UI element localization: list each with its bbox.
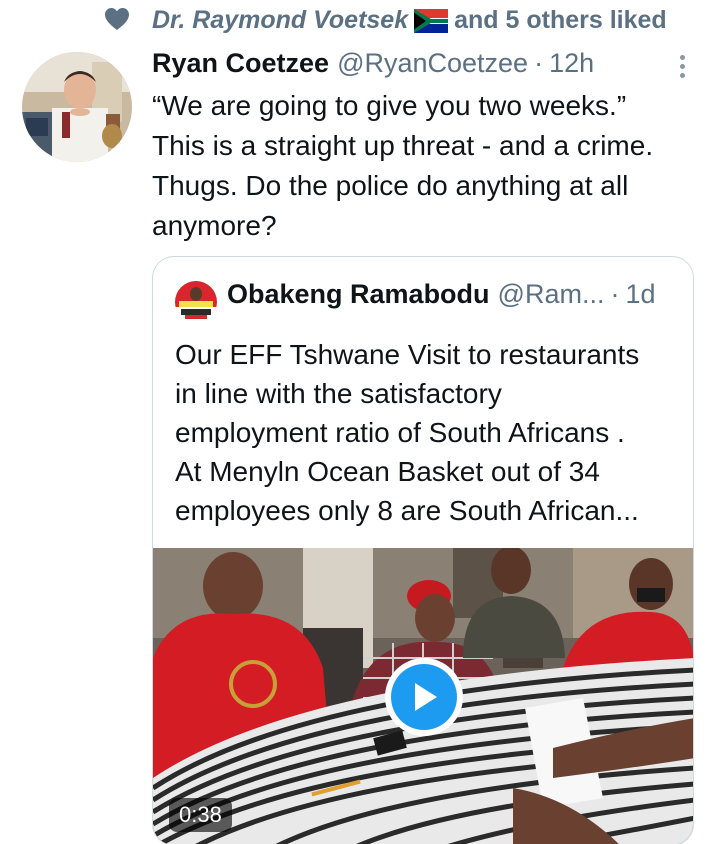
quoted-tweet-timestamp[interactable]: 1d	[625, 279, 655, 310]
tweet-text-line: This is a straight up threat - and a cri…	[152, 130, 654, 161]
quoted-text-line: employment ratio of South Africans .	[175, 417, 625, 448]
author-avatar[interactable]	[22, 52, 132, 162]
quoted-author-handle[interactable]: @Ram...	[498, 279, 605, 310]
video-duration-badge: 0:38	[169, 798, 232, 832]
tweet-header: Ryan Coetzee @RyanCoetzee · 12h	[152, 48, 700, 84]
tweet-timestamp[interactable]: 12h	[549, 48, 594, 79]
tweet-text-line: “We are going to give you two weeks.”	[152, 90, 627, 121]
heart-icon	[104, 7, 130, 31]
quoted-header-separator: ·	[610, 279, 620, 309]
quoted-text-line: in line with the satisfactory	[175, 378, 502, 409]
more-vertical-icon[interactable]	[670, 48, 694, 84]
quoted-tweet-header: Obakeng Ramabodu @Ram... · 1d	[227, 279, 679, 319]
author-name[interactable]: Ryan Coetzee	[152, 48, 329, 79]
liked-by-text: and 5 others liked	[454, 6, 667, 34]
header-separator: ·	[534, 48, 544, 78]
quoted-tweet-text: Our EFF Tshwane Visit to restaurants in …	[175, 335, 685, 530]
video-thumbnail[interactable]: 0:38	[153, 548, 693, 844]
liker-name[interactable]: Dr. Raymond Voetsek	[152, 6, 408, 35]
quoted-text-line: employees only 8 are South African...	[175, 495, 639, 526]
quoted-author-avatar[interactable]	[175, 281, 217, 323]
south-africa-flag-icon	[414, 8, 449, 33]
tweet-text-line: anymore?	[152, 210, 277, 241]
author-handle[interactable]: @RyanCoetzee	[337, 48, 528, 79]
quoted-author-name[interactable]: Obakeng Ramabodu	[227, 279, 490, 310]
tweet-page: Dr. Raymond Voetsek and 5 others liked R…	[0, 0, 720, 844]
quoted-text-line: At Menyln Ocean Basket out of 34	[175, 456, 600, 487]
quoted-tweet-card[interactable]: Obakeng Ramabodu @Ram... · 1d Our EFF Ts…	[152, 256, 694, 844]
play-icon[interactable]	[385, 658, 463, 736]
social-context[interactable]: Dr. Raymond Voetsek and 5 others liked	[152, 6, 667, 35]
tweet-text: “We are going to give you two weeks.” Th…	[152, 86, 700, 246]
quoted-text-line: Our EFF Tshwane Visit to restaurants	[175, 339, 640, 370]
tweet-text-line: Thugs. Do the police do anything at all	[152, 170, 629, 201]
